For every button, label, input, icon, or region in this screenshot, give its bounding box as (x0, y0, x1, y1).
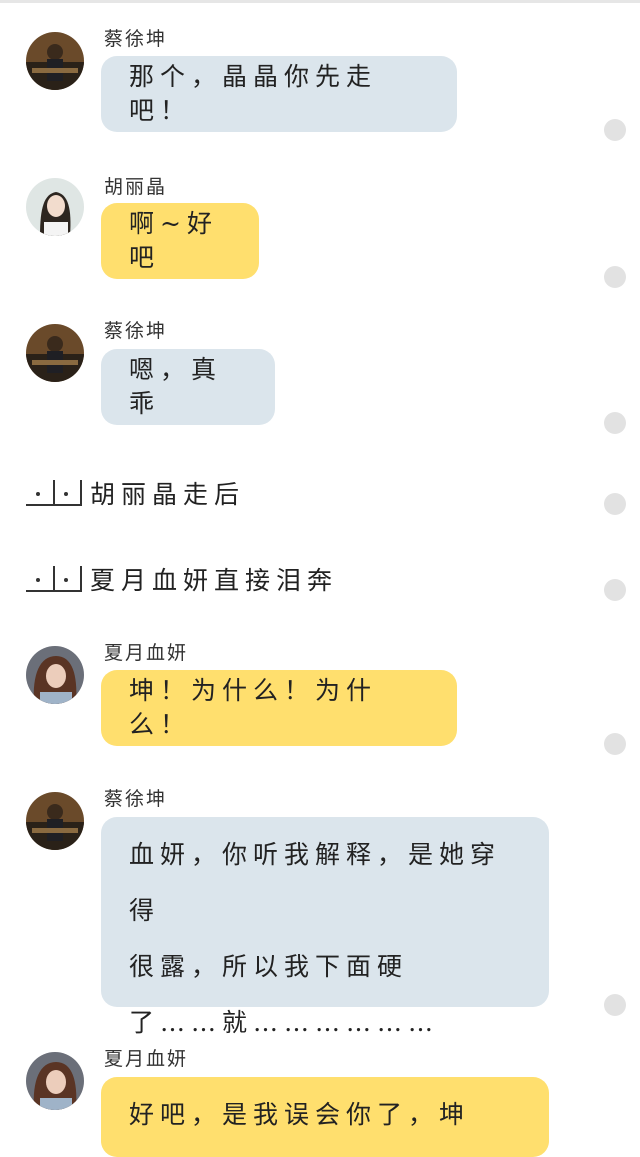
avatar[interactable] (26, 324, 84, 382)
avatar[interactable] (26, 792, 84, 850)
sender-name: 蔡徐坤 (104, 320, 168, 342)
message-text: 啊~好吧 (129, 209, 218, 272)
avatar[interactable] (26, 32, 84, 90)
message-bubble[interactable]: 嗯，真乖 (101, 349, 275, 425)
message-bubble[interactable]: 好吧，是我误会你了，坤 (101, 1077, 549, 1157)
avatar[interactable] (26, 1052, 84, 1110)
message-text: 那个，晶晶你先走吧！ (129, 62, 378, 125)
narration-marker (26, 480, 82, 506)
avatar[interactable] (26, 646, 84, 704)
select-radio[interactable] (604, 119, 626, 141)
message-text: 嗯，真乖 (129, 355, 223, 418)
select-radio[interactable] (604, 266, 626, 288)
sender-name: 胡丽晶 (104, 176, 168, 198)
message-bubble[interactable]: 血妍，你听我解释，是她穿得 很露，所以我下面硬 了……就……………… (101, 817, 549, 1037)
message-text: 血妍，你听我解释，是她穿得 (129, 840, 502, 925)
message-text: 好吧，是我误会你了，坤 (129, 1100, 471, 1129)
avatar[interactable] (26, 178, 84, 236)
sender-name: 夏月血妍 (104, 1048, 189, 1070)
sender-name: 夏月血妍 (104, 642, 189, 664)
message-text: 很露，所以我下面硬 (129, 952, 409, 981)
message-text: 坤！为什么！为什么！ (129, 676, 378, 739)
sender-name: 蔡徐坤 (104, 28, 168, 50)
narration-marker (26, 566, 82, 592)
narration-line: 夏月血妍直接泪奔 (26, 562, 338, 596)
message-text: 了……就……………… (129, 1008, 440, 1037)
select-radio[interactable] (604, 733, 626, 755)
sender-name: 蔡徐坤 (104, 788, 168, 810)
message-bubble[interactable]: 坤！为什么！为什么！ (101, 670, 457, 746)
narration-text: 夏月血妍直接泪奔 (90, 566, 339, 595)
top-divider (0, 0, 640, 3)
select-radio[interactable] (604, 412, 626, 434)
message-bubble[interactable]: 那个，晶晶你先走吧！ (101, 56, 457, 132)
narration-line: 胡丽晶走后 (26, 476, 245, 510)
select-radio[interactable] (604, 579, 626, 601)
select-radio[interactable] (604, 994, 626, 1016)
select-radio[interactable] (604, 493, 626, 515)
message-bubble[interactable]: 啊~好吧 (101, 203, 259, 279)
narration-text: 胡丽晶走后 (90, 480, 246, 509)
